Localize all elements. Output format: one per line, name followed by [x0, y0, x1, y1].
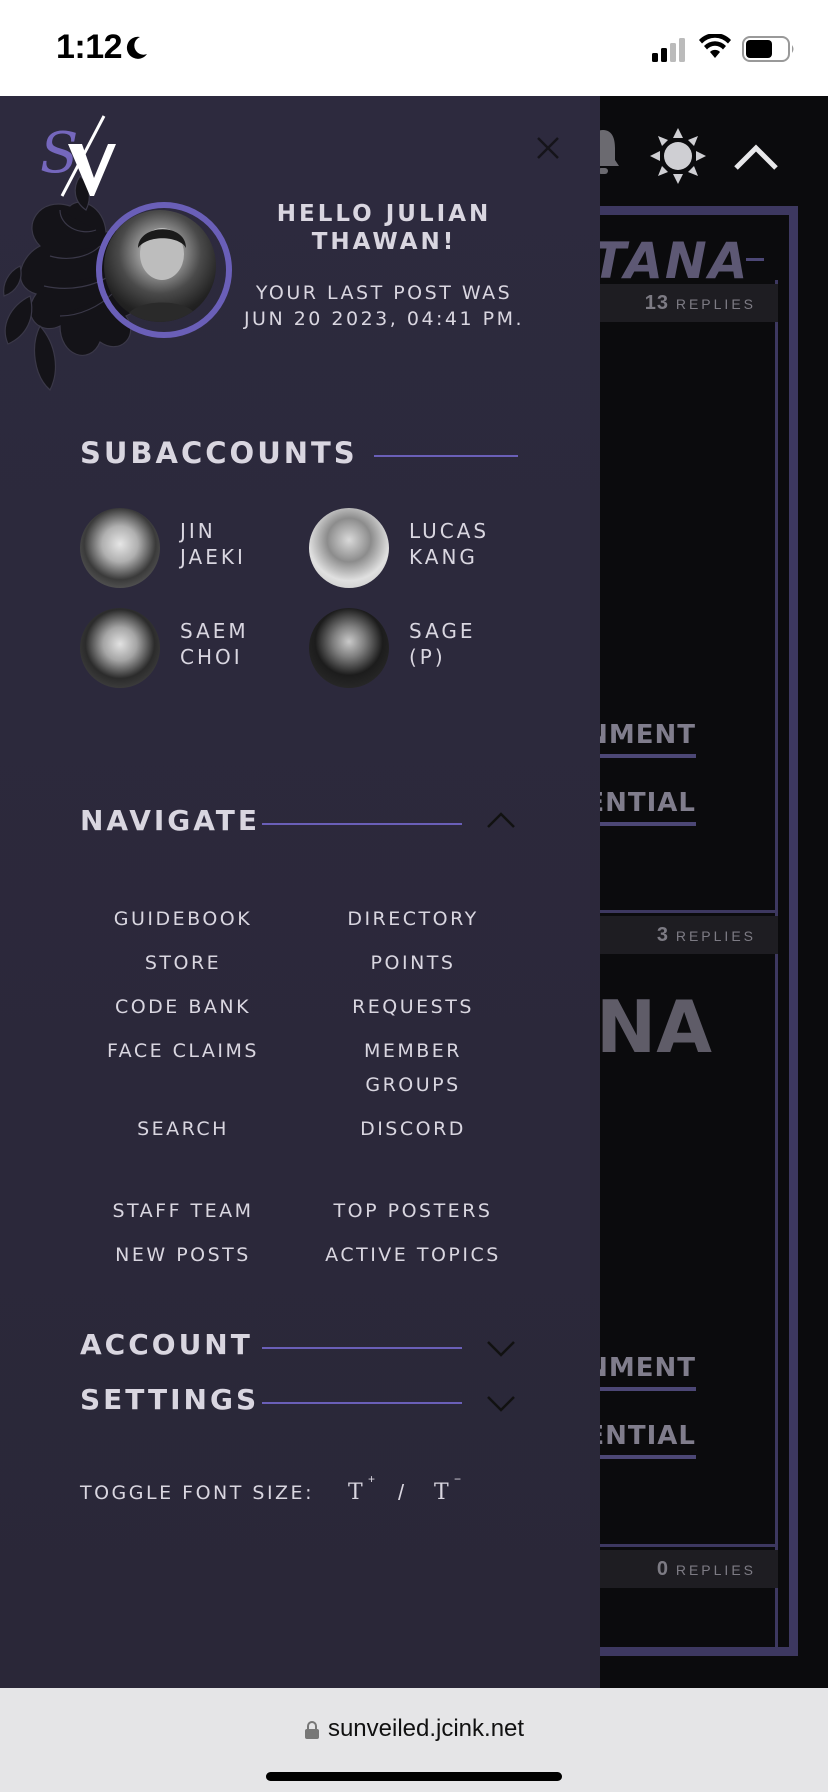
nav-link-discord[interactable]: DISCORD: [298, 1112, 528, 1146]
nav-link-points[interactable]: POINTS: [298, 946, 528, 980]
font-increase-sup: +: [368, 1472, 376, 1486]
chevron-down-icon[interactable]: [486, 1338, 516, 1358]
subaccount-name: SAEM: [180, 619, 249, 643]
subaccounts-heading: SUBACCOUNTS: [80, 436, 358, 470]
status-time: 1:12: [56, 28, 123, 66]
nav-link-code-bank[interactable]: CODE BANK: [68, 990, 298, 1024]
font-decrease-sup: −: [454, 1472, 462, 1486]
subaccount-name: CHOI: [180, 645, 243, 669]
avatar: [80, 508, 160, 588]
nav-link-search[interactable]: SEARCH: [68, 1112, 298, 1146]
greeting-text: HELLO JULIAN THAWAN!: [276, 201, 492, 255]
subaccount-name: SAGE: [409, 619, 476, 643]
subaccount-name: JIN: [180, 519, 216, 543]
avatar: [80, 608, 160, 688]
subaccount-name: (P): [409, 645, 446, 669]
close-icon[interactable]: [532, 132, 564, 164]
font-increase-button[interactable]: T: [348, 1480, 363, 1505]
nav-link-face-claims[interactable]: FACE CLAIMS: [68, 1034, 298, 1068]
subaccount-name: JAEKI: [180, 545, 246, 569]
nav-link-store[interactable]: STORE: [68, 946, 298, 980]
last-post-text: YOUR LAST POST WAS JUN 20 2023, 04:41 PM…: [243, 282, 525, 330]
background-big-title: NA: [596, 985, 712, 1069]
font-size-label: TOGGLE FONT SIZE:: [80, 1482, 314, 1504]
navigate-heading[interactable]: NAVIGATE: [80, 804, 260, 837]
nav-link-staff-team[interactable]: STAFF TEAM: [68, 1194, 298, 1228]
nav-link-new-posts[interactable]: NEW POSTS: [68, 1238, 298, 1272]
account-heading[interactable]: ACCOUNT: [80, 1328, 253, 1361]
signal-icon: [652, 38, 685, 62]
url-text: sunveiled.jcink.net: [327, 1715, 525, 1742]
browser-address-bar[interactable]: sunveiled.jcink.net: [0, 1688, 828, 1792]
divider: [262, 1347, 462, 1349]
battery-icon: [742, 36, 794, 62]
nav-link-top-posters[interactable]: TOP POSTERS: [298, 1194, 528, 1228]
nav-link-directory[interactable]: DIRECTORY: [298, 902, 528, 936]
status-bar: 1:12: [0, 0, 828, 96]
avatar: [309, 608, 389, 688]
wifi-icon: [699, 34, 731, 58]
nav-link-member-groups[interactable]: MEMBER GROUPS: [298, 1034, 528, 1102]
font-toggle-separator: /: [398, 1480, 405, 1505]
subaccount-name: LUCAS: [409, 519, 490, 543]
nav-link-active-topics[interactable]: ACTIVE TOPICS: [298, 1238, 528, 1272]
chevron-up-icon[interactable]: [486, 810, 516, 830]
chevron-down-icon[interactable]: [486, 1393, 516, 1413]
avatar: [309, 508, 389, 588]
divider: [374, 455, 518, 457]
divider: [262, 823, 462, 825]
sun-icon[interactable]: [648, 126, 708, 186]
home-indicator[interactable]: [266, 1772, 562, 1781]
site-logo-icon[interactable]: S: [38, 114, 122, 198]
background-dash: [746, 258, 764, 261]
font-decrease-button[interactable]: T: [434, 1480, 449, 1505]
moon-icon: [126, 36, 147, 59]
side-drawer: S HELLO JULIAN THAWAN! YOUR LAST POST WA…: [0, 96, 600, 1688]
settings-heading[interactable]: SETTINGS: [80, 1383, 259, 1416]
lock-icon: [304, 1720, 319, 1739]
divider: [262, 1402, 462, 1404]
chevron-up-icon[interactable]: [732, 140, 780, 172]
avatar[interactable]: [104, 210, 216, 322]
nav-link-guidebook[interactable]: GUIDEBOOK: [68, 902, 298, 936]
nav-link-requests[interactable]: REQUESTS: [298, 990, 528, 1024]
subaccount-name: KANG: [409, 545, 478, 569]
